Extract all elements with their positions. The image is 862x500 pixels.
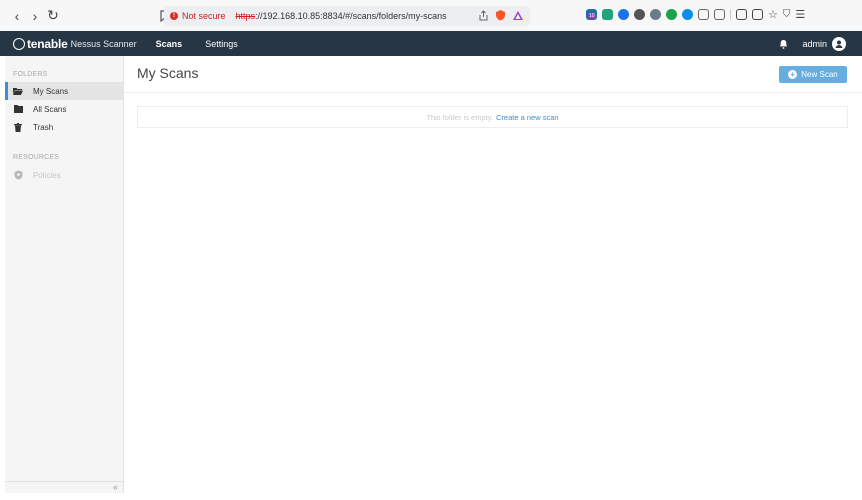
- sidebar-item-policies[interactable]: Policies: [5, 166, 124, 184]
- user-menu[interactable]: admin: [802, 36, 846, 51]
- empty-text: This folder is empty.: [426, 112, 493, 122]
- not-secure-icon: !: [170, 12, 178, 20]
- policy-shield-icon: [13, 170, 23, 180]
- sidebar-item-label: All Scans: [33, 104, 67, 114]
- empty-folder-message: This folder is empty. Create a new scan: [137, 106, 848, 128]
- shield-icon[interactable]: ⛉: [783, 9, 791, 20]
- puzzle-icon[interactable]: [698, 9, 709, 20]
- new-scan-button[interactable]: + New Scan: [779, 66, 847, 83]
- url-text[interactable]: https://192.168.10.85:8834/#/scans/folde…: [236, 11, 447, 21]
- folder-icon: [13, 105, 23, 113]
- house-icon[interactable]: 10: [586, 9, 597, 20]
- reload-icon[interactable]: [666, 9, 677, 20]
- camera-icon[interactable]: [602, 9, 613, 20]
- folder-open-icon: [13, 87, 23, 95]
- sidebar-item-label: Trash: [33, 122, 54, 132]
- top-nav: Scans Settings: [156, 39, 238, 49]
- sidebar-item-all-scans[interactable]: All Scans: [5, 100, 124, 118]
- app-header: tenable Nessus Scanner Scans Settings ad…: [0, 31, 862, 56]
- browser-window: ‹ › ↻ ! Not secure https://192.168.10.85…: [0, 0, 862, 500]
- trash-icon: [13, 122, 23, 132]
- toolbar-divider: [730, 9, 731, 20]
- page-title: My Scans: [137, 65, 199, 81]
- title-divider: [124, 92, 862, 93]
- sidebar-item-label: My Scans: [33, 86, 69, 96]
- resources-heading: RESOURCES: [13, 154, 60, 161]
- star-icon[interactable]: ☆: [768, 8, 778, 21]
- create-new-scan-link[interactable]: Create a new scan: [496, 113, 559, 122]
- gear-icon[interactable]: [634, 9, 645, 20]
- bell-icon[interactable]: [779, 39, 788, 49]
- avatar-icon: [832, 36, 846, 51]
- back-button[interactable]: ‹: [8, 6, 26, 26]
- window-icon[interactable]: [714, 9, 725, 20]
- circle-icon[interactable]: [618, 9, 629, 20]
- sidebar: FOLDERS My Scans All Scans Trash RESOURC…: [5, 56, 124, 493]
- extension-toolbar: 10 ☆ ⛉ ☰: [586, 8, 805, 21]
- tenable-logo[interactable]: tenable Nessus Scanner: [13, 37, 137, 51]
- play-icon[interactable]: [682, 9, 693, 20]
- sidebar-item-label: Policies: [33, 170, 61, 180]
- tenable-mark-icon: [13, 37, 25, 50]
- brand-name: tenable: [27, 36, 68, 51]
- url-protocol: https: [235, 11, 256, 21]
- not-secure-label: Not secure: [182, 11, 226, 21]
- sidebar-item-my-scans[interactable]: My Scans: [5, 82, 124, 100]
- rewards-icon[interactable]: [512, 10, 524, 21]
- face-icon[interactable]: [650, 9, 661, 20]
- sidebar-item-trash[interactable]: Trash: [5, 118, 124, 136]
- address-bar[interactable]: ! Not secure https://192.168.10.85:8834/…: [164, 6, 530, 26]
- forward-button[interactable]: ›: [26, 6, 44, 26]
- folders-heading: FOLDERS: [13, 71, 48, 78]
- collapse-sidebar-button[interactable]: «: [5, 481, 124, 493]
- nav-settings[interactable]: Settings: [205, 39, 238, 49]
- new-scan-label: New Scan: [801, 70, 838, 79]
- browser-toolbar: ‹ › ↻ ! Not secure https://192.168.10.85…: [0, 0, 862, 31]
- sidebar-icon[interactable]: [736, 9, 747, 20]
- brave-shield-icon[interactable]: [495, 9, 506, 21]
- nav-scans[interactable]: Scans: [156, 39, 183, 49]
- share-icon[interactable]: [478, 9, 489, 21]
- menu-icon[interactable]: ☰: [795, 8, 805, 21]
- plus-circle-icon: +: [788, 70, 798, 79]
- product-name: Nessus Scanner: [70, 38, 137, 49]
- username: admin: [802, 38, 827, 49]
- reload-button[interactable]: ↻: [44, 6, 62, 26]
- url-path: ://192.168.10.85:8834/#/scans/folders/my…: [255, 11, 447, 21]
- user-area: admin: [779, 31, 846, 56]
- split-icon[interactable]: [752, 9, 763, 20]
